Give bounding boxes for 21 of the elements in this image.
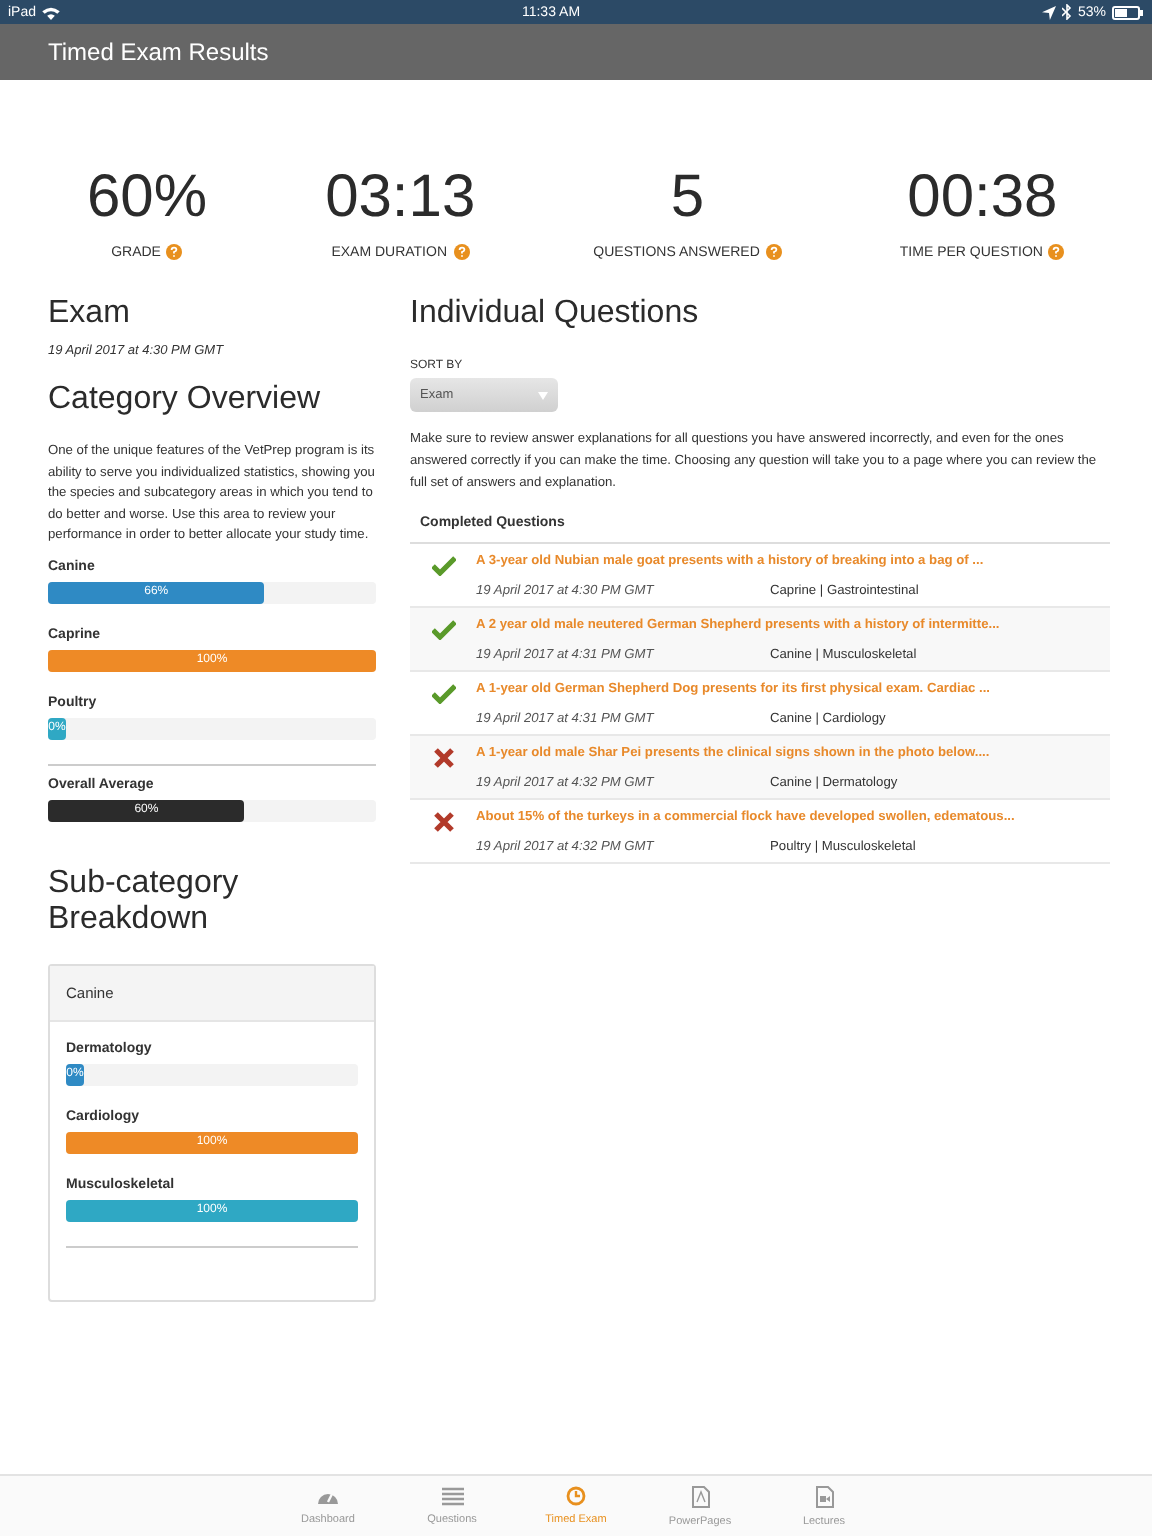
section-title: Category Overview <box>48 382 323 418</box>
page-title: Timed Exam Results <box>48 38 269 66</box>
location-arrow-icon <box>1041 5 1056 19</box>
help-icon[interactable] <box>765 244 782 260</box>
help-icon[interactable] <box>166 244 183 260</box>
document-icon <box>691 1485 709 1507</box>
clock-icon <box>566 1486 586 1506</box>
battery-icon <box>1112 5 1144 19</box>
bluetooth-icon <box>1061 4 1072 20</box>
wifi-icon <box>42 5 61 19</box>
section-title: Exam <box>48 296 132 332</box>
help-icon[interactable] <box>1048 244 1065 260</box>
stat-value: 00:38 <box>907 164 1058 232</box>
list-icon <box>441 1486 463 1506</box>
section-title: Individual Questions <box>410 296 701 332</box>
stat-value: 5 <box>670 164 705 232</box>
help-icon[interactable] <box>453 244 470 260</box>
video-file-icon <box>815 1485 833 1507</box>
section-title: Sub-category Breakdown <box>48 865 241 940</box>
stat-value: 03:13 <box>325 164 476 232</box>
stat-value: 60% <box>87 164 208 232</box>
